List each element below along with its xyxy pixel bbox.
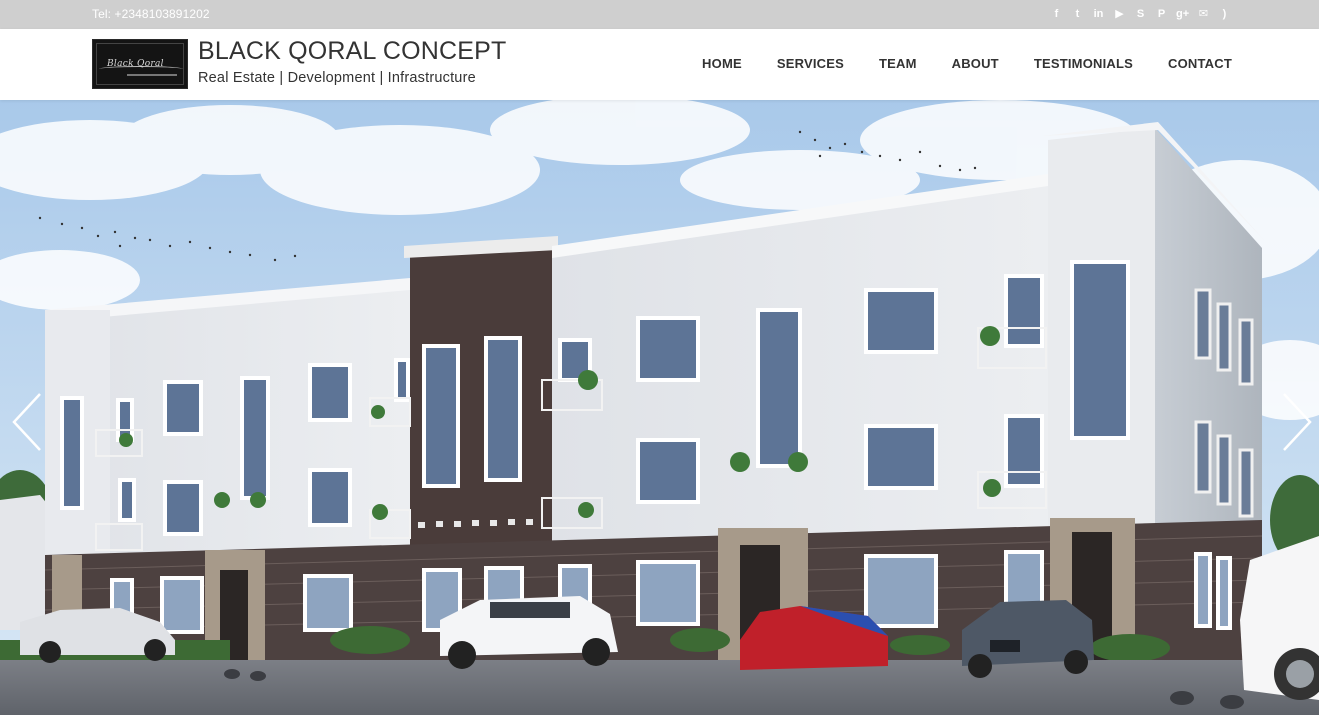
nav-testimonials[interactable]: TESTIMONIALS [1034,56,1133,71]
main-nav: HOME SERVICES TEAM ABOUT TESTIMONIALS CO… [702,56,1232,71]
top-bar: Tel: +2348103891202 f t in ▶ S P g+ ✉ ) [0,0,1319,29]
pinterest-icon[interactable]: P [1155,7,1168,21]
site-tagline: Real Estate | Development | Infrastructu… [198,70,476,86]
logo-text: Black Qoral [107,59,164,69]
hero-slider [0,100,1319,715]
logo-subline [127,74,177,76]
linkedin-icon[interactable]: in [1092,7,1105,21]
social-links: f t in ▶ S P g+ ✉ ) [1050,7,1231,21]
slider-next-button[interactable] [1280,390,1314,454]
nav-about[interactable]: ABOUT [952,56,999,71]
nav-team[interactable]: TEAM [879,56,917,71]
youtube-icon[interactable]: ▶ [1113,7,1126,21]
building-rendering-slide [0,100,1319,715]
pavement [0,660,1319,715]
envelope-icon[interactable]: ✉ [1197,7,1210,21]
site-header: Black Qoral BLACK QORAL CONCEPT Real Est… [0,29,1319,100]
chevron-left-icon [12,393,41,451]
car-right-white [1240,536,1319,700]
nav-contact[interactable]: CONTACT [1168,56,1232,71]
google-plus-icon[interactable]: g+ [1176,7,1189,21]
rss-icon[interactable]: ) [1218,7,1231,21]
logo[interactable]: Black Qoral [92,39,188,89]
twitter-icon[interactable]: t [1071,7,1084,21]
slider-prev-button[interactable] [10,390,44,454]
nav-services[interactable]: SERVICES [777,56,844,71]
chevron-right-icon [1283,393,1312,451]
facebook-icon[interactable]: f [1050,7,1063,21]
skype-icon[interactable]: S [1134,7,1147,21]
site-title[interactable]: BLACK QORAL CONCEPT [198,37,507,66]
nav-home[interactable]: HOME [702,56,742,71]
phone-number: Tel: +2348103891202 [92,7,210,21]
